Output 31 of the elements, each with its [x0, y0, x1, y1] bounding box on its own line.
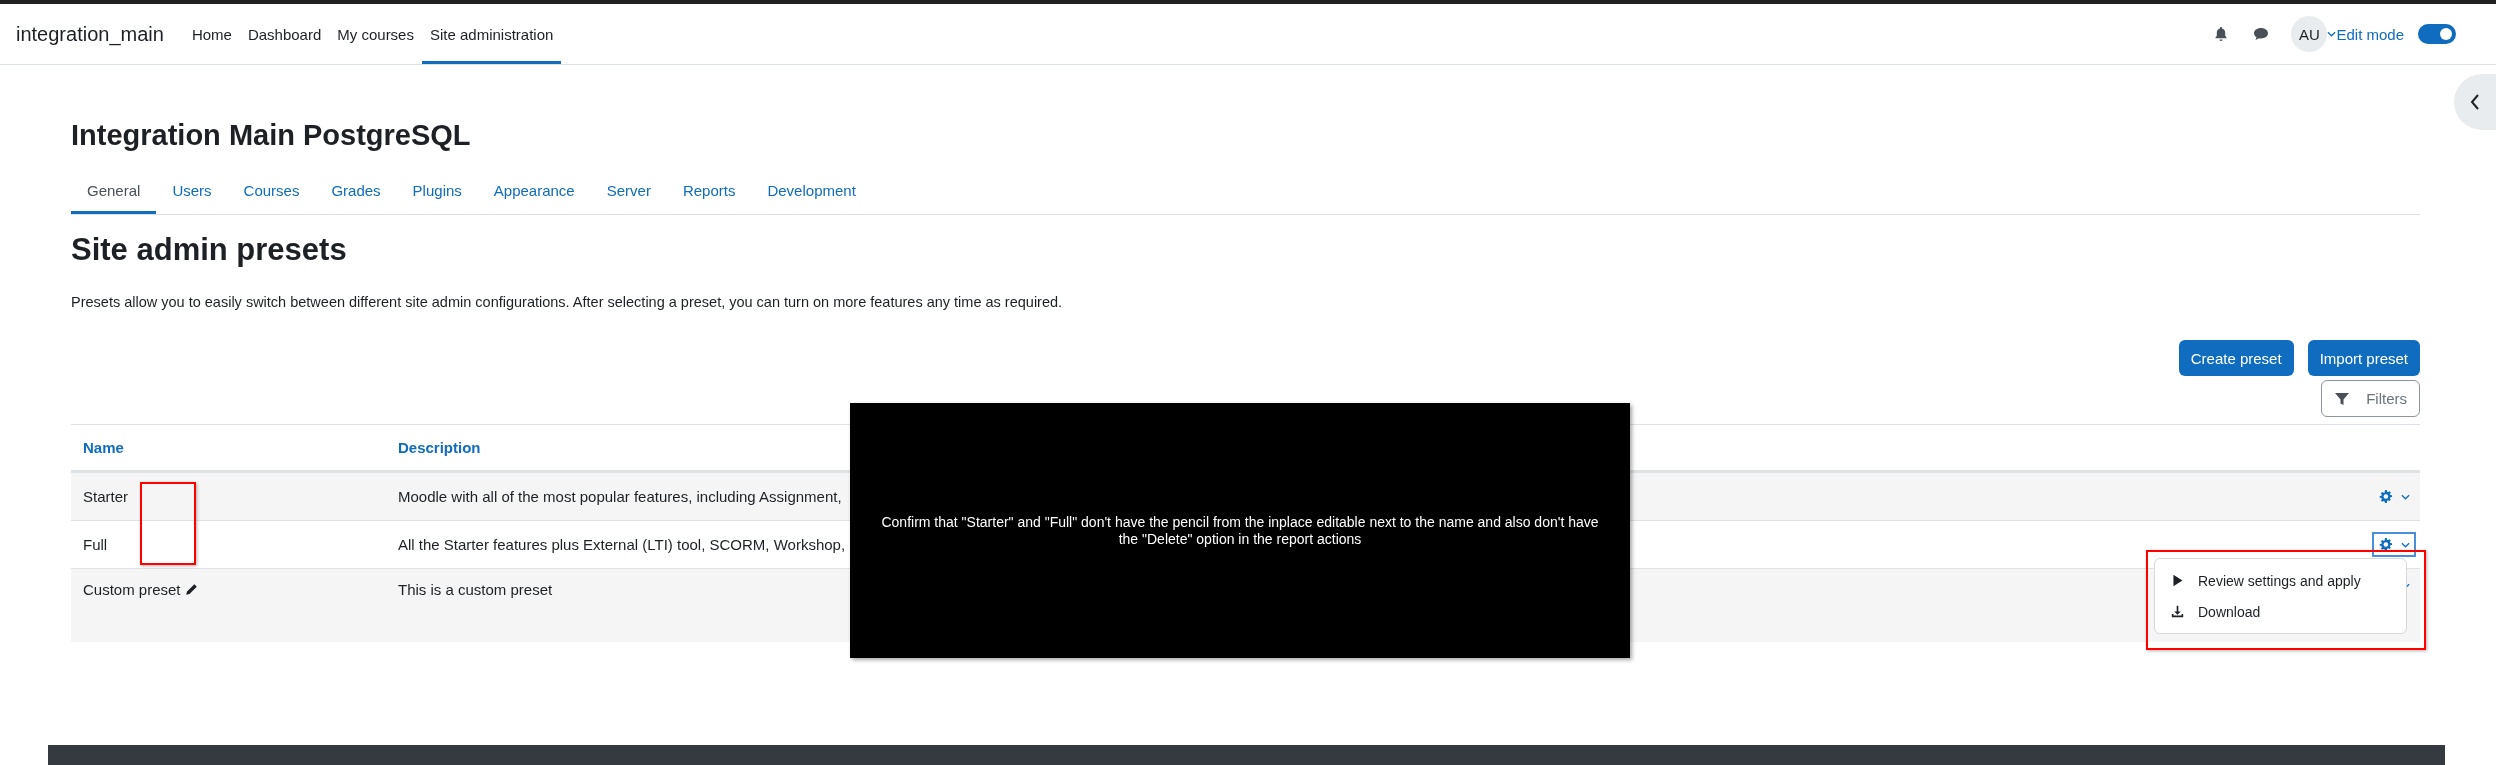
preset-name: Custom preset	[83, 581, 181, 598]
menu-item[interactable]: Download	[2155, 596, 2406, 627]
user-avatar[interactable]: AU	[2291, 16, 2328, 52]
preset-name: Starter	[83, 488, 128, 505]
admin-tab[interactable]: General	[71, 172, 157, 214]
preset-description: Moodle with all of the most popular features, including Assignment,	[398, 488, 842, 505]
nav-link[interactable]: Site administration	[421, 4, 562, 64]
nav-link[interactable]: Dashboard	[239, 4, 330, 64]
primary-button[interactable]: Create preset	[2178, 340, 2294, 376]
page-title: Integration Main PostgreSQL	[71, 119, 472, 152]
nav-link[interactable]: My courses	[329, 4, 422, 64]
admin-tab[interactable]: Grades	[315, 172, 397, 214]
admin-tab[interactable]: Plugins	[396, 172, 478, 214]
primary-button[interactable]: Import preset	[2307, 340, 2420, 376]
admin-tab[interactable]: Reports	[666, 172, 752, 214]
admin-tab[interactable]: Appearance	[477, 172, 591, 214]
preset-name: Full	[83, 536, 108, 553]
admin-tab[interactable]: Server	[590, 172, 667, 214]
preset-description: This is a custom preset	[398, 581, 553, 598]
filters-button[interactable]: Filters	[2321, 380, 2420, 417]
nav-link[interactable]: Home	[183, 4, 240, 64]
admin-tab[interactable]: Development	[751, 172, 872, 214]
intro-text: Presets allow you to easily switch between different site admin configurations. After selecting a preset, you can turn on more features any time as required.	[71, 294, 1064, 310]
annotation-text: Confirm that "Starter" and "Full" don't have the pencil from the inplace editable next to the name and also don't have the "Delete" option in the report actions	[880, 513, 1600, 548]
site-name[interactable]: integration_main	[16, 22, 164, 46]
admin-tab[interactable]: Courses	[227, 172, 316, 214]
preset-description: All the Starter features plus External (LTI) tool, SCORM, Workshop,	[398, 536, 846, 553]
edit-mode-label: Edit mode	[2336, 25, 2404, 43]
admin-tab[interactable]: Users	[156, 172, 228, 214]
section-heading: Site admin presets	[71, 232, 348, 268]
menu-item[interactable]: Review settings and apply	[2155, 565, 2406, 596]
